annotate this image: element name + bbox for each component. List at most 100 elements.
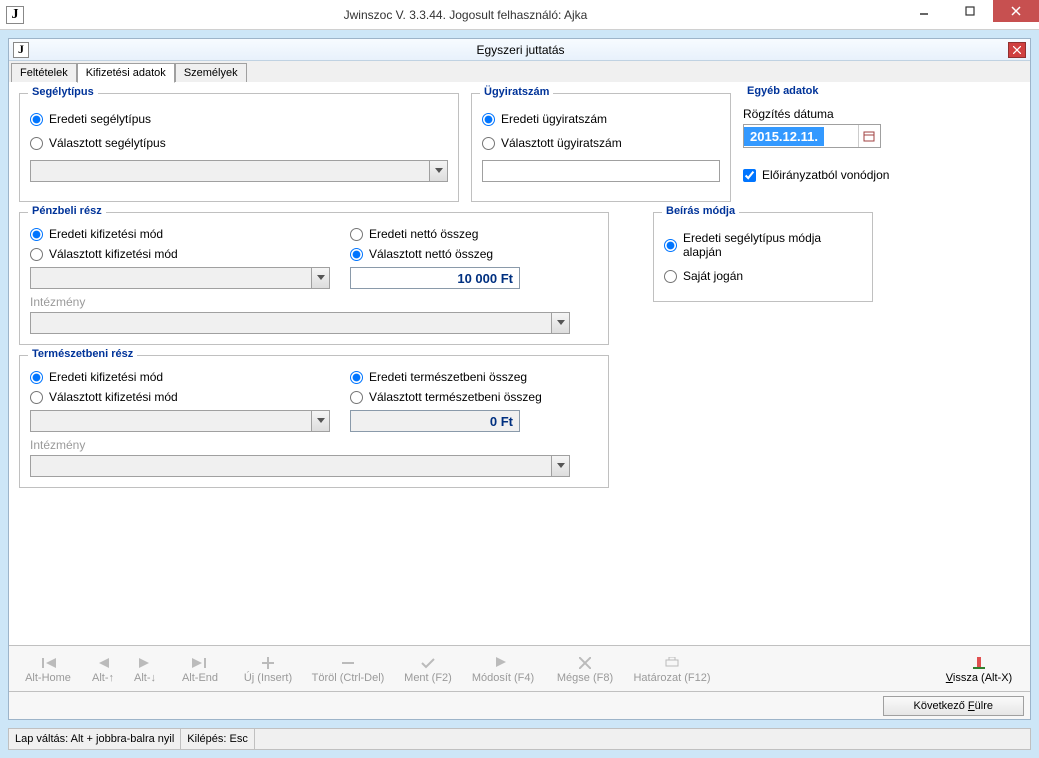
inner-close-button[interactable]	[1008, 42, 1026, 58]
radio-valasztott-segelytipus[interactable]: Választott segélytípus	[30, 136, 448, 150]
window-title: Jwinszoc V. 3.3.44. Jogosult felhasználó…	[30, 8, 901, 22]
radio-input[interactable]	[30, 248, 43, 261]
radio-valasztott-ugyiratszam[interactable]: Választott ügyiratszám	[482, 136, 720, 150]
toolbar-modosit[interactable]: Módosít (F4)	[463, 649, 543, 689]
minimize-button[interactable]	[901, 0, 947, 22]
radio-valasztott-term-osszeg[interactable]: Választott természetbeni összeg	[350, 390, 580, 404]
toolbar-alt-up[interactable]: Alt-↑	[83, 649, 123, 689]
radio-input[interactable]	[350, 371, 363, 384]
toolbar-alt-down[interactable]: Alt-↓	[125, 649, 165, 689]
check-eloiranyzat-input[interactable]	[743, 169, 756, 182]
radio-eredeti-term-osszeg[interactable]: Eredeti természetbeni összeg	[350, 370, 580, 384]
plus-icon	[262, 654, 274, 672]
radio-input[interactable]	[30, 228, 43, 241]
radio-eredeti-ugyiratszam[interactable]: Eredeti ügyiratszám	[482, 112, 720, 126]
radio-label: Választott kifizetési mód	[49, 247, 178, 261]
radio-valasztott-netto[interactable]: Választott nettó összeg	[350, 247, 580, 261]
toolbar-alt-home[interactable]: Alt-Home	[15, 649, 81, 689]
toolbar-label: Alt-Home	[25, 672, 71, 684]
radio-input[interactable]	[664, 239, 677, 252]
chevron-down-icon[interactable]	[311, 268, 329, 288]
netto-osszeg-field[interactable]: 10 000 Ft	[350, 267, 520, 289]
legend-segelytipus: Segélytípus	[28, 86, 98, 98]
radio-valasztott-kifizetesi-mod[interactable]: Választott kifizetési mód	[30, 247, 330, 261]
group-termeszetbeni: Természetbeni rész Eredeti kifizetési mó…	[19, 355, 609, 488]
combo-segelytipus[interactable]	[30, 160, 448, 182]
input-ugyiratszam[interactable]	[482, 160, 720, 182]
combo-kifizetesi-mod-term[interactable]	[30, 410, 330, 432]
radio-label: Eredeti természetbeni összeg	[369, 370, 527, 384]
radio-input[interactable]	[664, 270, 677, 283]
group-ugyiratszam: Ügyiratszám Eredeti ügyiratszám Választo…	[471, 93, 731, 202]
label-rogzites: Rögzítés dátuma	[743, 107, 993, 121]
toolbar-torol[interactable]: Töröl (Ctrl-Del)	[303, 649, 393, 689]
legend-penzbeli: Pénzbeli rész	[28, 205, 106, 217]
toolbar-uj[interactable]: Új (Insert)	[235, 649, 301, 689]
radio-input[interactable]	[350, 228, 363, 241]
combo-intezmeny-term[interactable]	[30, 455, 570, 477]
toolbar-label: Ment (F2)	[404, 672, 452, 684]
radio-label: Választott kifizetési mód	[49, 390, 178, 404]
cancel-icon	[579, 654, 591, 672]
legend-termeszetbeni: Természetbeni rész	[28, 348, 137, 360]
termeszetbeni-osszeg-field[interactable]: 0 Ft	[350, 410, 520, 432]
maximize-button[interactable]	[947, 0, 993, 22]
group-segelytipus: Segélytípus Eredeti segélytípus Választo…	[19, 93, 459, 202]
radio-input[interactable]	[30, 371, 43, 384]
radio-input[interactable]	[30, 391, 43, 404]
calendar-icon[interactable]	[858, 125, 880, 147]
status-lap-valtas: Lap váltás: Alt + jobbra-balra nyil	[9, 729, 181, 749]
radio-eredeti-netto[interactable]: Eredeti nettó összeg	[350, 227, 580, 241]
radio-eredeti-segelytipus[interactable]: Eredeti segélytípus	[30, 112, 448, 126]
arrow-first-icon	[40, 654, 56, 672]
check-eloiranyzat[interactable]: Előirányzatból vonódjon	[743, 168, 993, 182]
toolbar-vissza[interactable]: Vissza (Alt-X)	[934, 649, 1024, 689]
radio-eredeti-segelytipus-modja[interactable]: Eredeti segélytípus módja alapján	[664, 231, 862, 259]
radio-input[interactable]	[350, 391, 363, 404]
combo-intezmeny-penzbeli[interactable]	[30, 312, 570, 334]
radio-label: Választott segélytípus	[49, 136, 166, 150]
radio-eredeti-kifizetesi-mod[interactable]: Eredeti kifizetési mód	[30, 227, 330, 241]
toolbar-ment[interactable]: Ment (F2)	[395, 649, 461, 689]
radio-valasztott-kifizetesi-mod-term[interactable]: Választott kifizetési mód	[30, 390, 330, 404]
chevron-down-icon[interactable]	[311, 411, 329, 431]
radio-sajat-jogan[interactable]: Saját jogán	[664, 269, 862, 283]
radio-valasztott-ugyiratszam-input[interactable]	[482, 137, 495, 150]
radio-label: Eredeti segélytípus	[49, 112, 151, 126]
app-icon: J	[6, 6, 24, 24]
tab-feltetelek[interactable]: Feltételek	[11, 63, 77, 82]
tabs-bar: Feltételek Kifizetési adatok Személyek	[9, 61, 1030, 83]
legend-ugyiratszam: Ügyiratszám	[480, 86, 553, 98]
toolbar-hatarozat[interactable]: Határozat (F12)	[627, 649, 717, 689]
inner-title-bar: J Egyszeri juttatás	[9, 39, 1030, 61]
date-value[interactable]: 2015.12.11.	[744, 127, 824, 146]
radio-label: Választott ügyiratszám	[501, 136, 622, 150]
toolbar-label: Határozat (F12)	[633, 672, 710, 684]
chevron-down-icon[interactable]	[551, 456, 569, 476]
radio-input[interactable]	[350, 248, 363, 261]
label-intezmeny: Intézmény	[30, 295, 598, 309]
toolbar-megse[interactable]: Mégse (F8)	[545, 649, 625, 689]
toolbar-alt-end[interactable]: Alt-End	[167, 649, 233, 689]
next-tab-button[interactable]: Következő Fülre	[883, 696, 1025, 716]
print-icon	[665, 654, 679, 672]
inner-window: J Egyszeri juttatás Feltételek Kifizetés…	[8, 38, 1031, 720]
minus-icon	[342, 654, 354, 672]
radio-label: Eredeti segélytípus módja alapján	[683, 231, 862, 259]
chevron-down-icon[interactable]	[429, 161, 447, 181]
toolbar-label: Vissza (Alt-X)	[946, 672, 1012, 684]
radio-eredeti-kifizetesi-mod-term[interactable]: Eredeti kifizetési mód	[30, 370, 330, 384]
radio-valasztott-segelytipus-input[interactable]	[30, 137, 43, 150]
window-controls	[901, 0, 1039, 29]
tab-kifizetesi[interactable]: Kifizetési adatok	[77, 63, 175, 83]
status-kilepes: Kilépés: Esc	[181, 729, 255, 749]
date-input-wrap[interactable]: 2015.12.11.	[743, 124, 881, 148]
close-button[interactable]	[993, 0, 1039, 22]
chevron-down-icon[interactable]	[551, 313, 569, 333]
title-bar: J Jwinszoc V. 3.3.44. Jogosult felhaszná…	[0, 0, 1039, 30]
tab-szemelyek[interactable]: Személyek	[175, 63, 247, 82]
radio-eredeti-ugyiratszam-input[interactable]	[482, 113, 495, 126]
combo-kifizetesi-mod[interactable]	[30, 267, 330, 289]
radio-eredeti-segelytipus-input[interactable]	[30, 113, 43, 126]
radio-label: Választott nettó összeg	[369, 247, 493, 261]
